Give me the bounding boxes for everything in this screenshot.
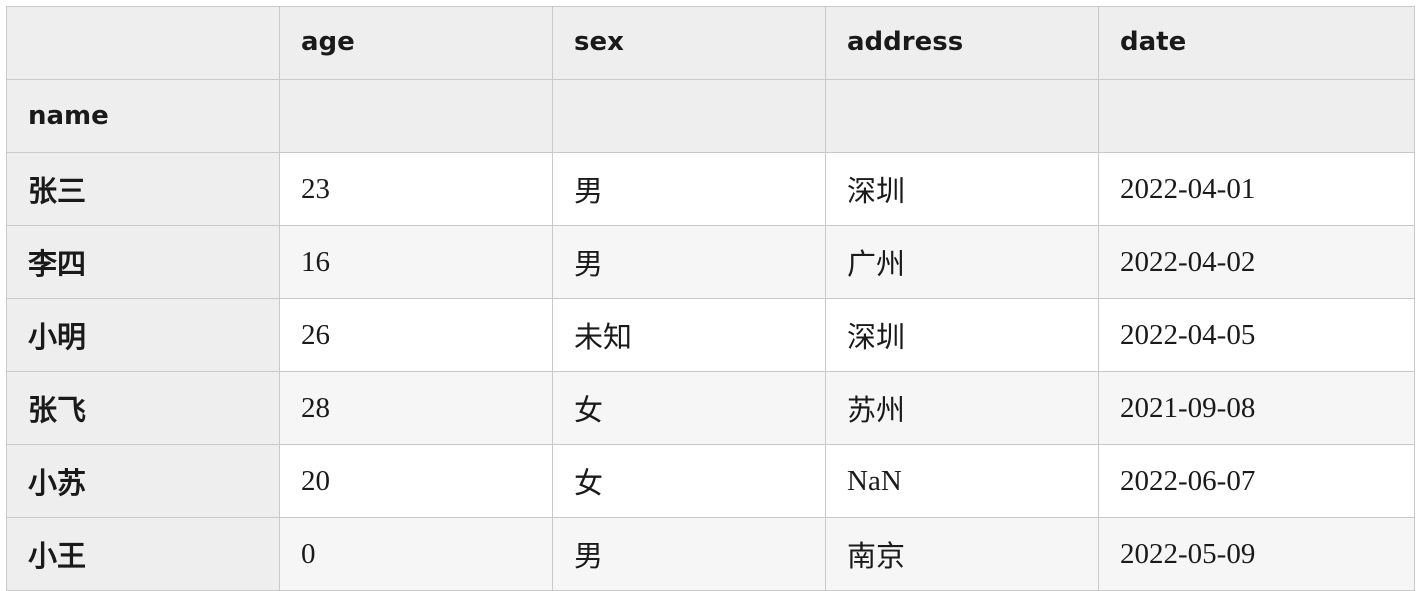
row-index-cell: 李四 — [6, 225, 280, 299]
empty-header-cell — [1098, 79, 1415, 153]
table-row: 张三 23 男 深圳 2022-04-01 — [6, 152, 1415, 226]
column-header-row: age sex address date — [6, 6, 1415, 80]
date-cell: 2022-04-01 — [1098, 152, 1415, 226]
empty-header-cell — [279, 79, 553, 153]
age-cell: 28 — [279, 371, 553, 445]
column-header-sex: sex — [552, 6, 826, 80]
date-cell: 2021-09-08 — [1098, 371, 1415, 445]
empty-header-cell — [552, 79, 826, 153]
table-header: age sex address date name — [6, 6, 1415, 153]
column-header-date: date — [1098, 6, 1415, 80]
address-cell: 深圳 — [825, 298, 1099, 372]
date-cell: 2022-06-07 — [1098, 444, 1415, 518]
address-cell: 广州 — [825, 225, 1099, 299]
column-header-age: age — [279, 6, 553, 80]
column-header-address: address — [825, 6, 1099, 80]
date-cell: 2022-04-05 — [1098, 298, 1415, 372]
date-cell: 2022-04-02 — [1098, 225, 1415, 299]
sex-cell: 未知 — [552, 298, 826, 372]
sex-cell: 女 — [552, 444, 826, 518]
age-cell: 0 — [279, 517, 553, 591]
address-cell: 深圳 — [825, 152, 1099, 226]
table-row: 小明 26 未知 深圳 2022-04-05 — [6, 298, 1415, 372]
dataframe-table: age sex address date name 张三 23 男 深圳 202… — [6, 6, 1415, 591]
table-body: 张三 23 男 深圳 2022-04-01 李四 16 男 广州 2022-04… — [6, 152, 1415, 591]
row-index-cell: 小明 — [6, 298, 280, 372]
row-index-cell: 张三 — [6, 152, 280, 226]
age-cell: 16 — [279, 225, 553, 299]
index-name-row: name — [6, 79, 1415, 153]
sex-cell: 男 — [552, 152, 826, 226]
row-index-cell: 小王 — [6, 517, 280, 591]
age-cell: 23 — [279, 152, 553, 226]
dataframe-table-container: age sex address date name 张三 23 男 深圳 202… — [6, 6, 1415, 591]
row-index-cell: 张飞 — [6, 371, 280, 445]
corner-cell — [6, 6, 280, 80]
table-row: 李四 16 男 广州 2022-04-02 — [6, 225, 1415, 299]
sex-cell: 男 — [552, 517, 826, 591]
table-row: 小苏 20 女 NaN 2022-06-07 — [6, 444, 1415, 518]
age-cell: 20 — [279, 444, 553, 518]
empty-header-cell — [825, 79, 1099, 153]
address-cell: NaN — [825, 444, 1099, 518]
date-cell: 2022-05-09 — [1098, 517, 1415, 591]
table-row: 张飞 28 女 苏州 2021-09-08 — [6, 371, 1415, 445]
age-cell: 26 — [279, 298, 553, 372]
address-cell: 南京 — [825, 517, 1099, 591]
row-index-cell: 小苏 — [6, 444, 280, 518]
sex-cell: 女 — [552, 371, 826, 445]
table-row: 小王 0 男 南京 2022-05-09 — [6, 517, 1415, 591]
index-name-header: name — [6, 79, 280, 153]
address-cell: 苏州 — [825, 371, 1099, 445]
sex-cell: 男 — [552, 225, 826, 299]
